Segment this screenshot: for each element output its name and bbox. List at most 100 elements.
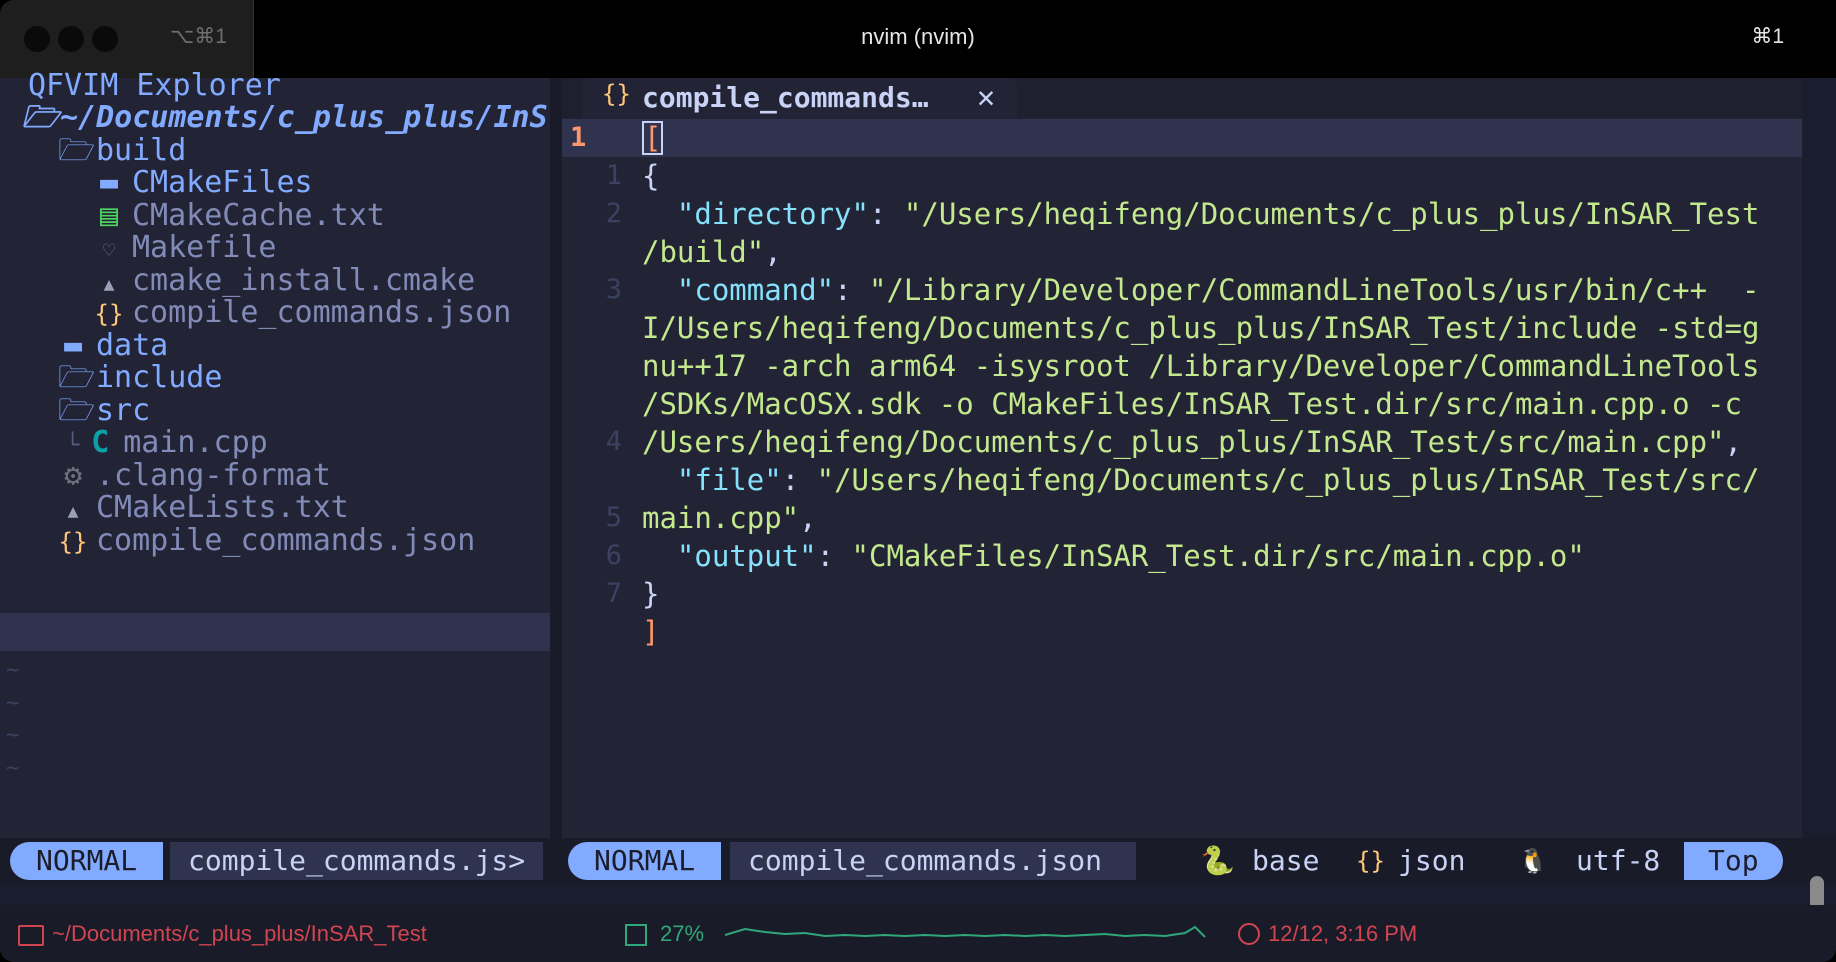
window-split-divider[interactable] (550, 78, 562, 838)
encoding: utf-8 (1576, 844, 1661, 877)
buffer-tab-label: compile_commands… (642, 81, 929, 114)
code-token: "command" (676, 273, 835, 307)
code-line: } (642, 575, 659, 613)
tree-item-label: build (96, 133, 187, 168)
json-icon: {} (58, 528, 88, 556)
current-directory: ~/Documents/c_plus_plus/InSAR_Test (52, 921, 427, 946)
folder-icon (18, 925, 44, 946)
tree-item-compile-commands[interactable]: {} compile_commands.json (58, 522, 476, 560)
code-line: [ (642, 119, 664, 157)
code-token: ] (642, 615, 660, 649)
code-token: , (799, 501, 817, 535)
tree-item-label: CMakeLists.txt (96, 490, 349, 525)
statusline-filename: compile_commands.json (730, 842, 1137, 880)
scroll-position: Top (1684, 842, 1783, 880)
close-icon[interactable]: ✕ (977, 78, 995, 118)
mode-indicator: NORMAL (568, 842, 722, 880)
tree-item-label: compile_commands.json (132, 295, 512, 330)
cursor-line-highlight (562, 119, 1802, 157)
line-number: 6 (605, 540, 622, 571)
empty-line-marker: ~ (6, 691, 20, 716)
code-line: I/Users/heqifeng/Documents/c_plus_plus/I… (642, 309, 1759, 347)
editor-pane[interactable]: {} compile_commands… ✕ 1 1 2 3 4 5 6 7 [… (562, 78, 1802, 838)
cpu-usage: 27% (660, 921, 705, 946)
code-token: : (816, 539, 852, 573)
buffer-tabline: {} compile_commands… ✕ (562, 78, 1802, 118)
line-number-current: 1 (570, 122, 587, 153)
code-line: /Users/heqifeng/Documents/c_plus_plus/In… (642, 423, 1742, 461)
code-token: "/Users/heqifeng/Documents/c_plus_plus/I… (816, 463, 1760, 497)
python-icon: 🐍 (1200, 844, 1235, 877)
code-token: "CMakeFiles/InSAR_Test.dir/src/main.cpp.… (851, 539, 1585, 573)
code-line: { (642, 157, 659, 195)
code-line: main.cpp", (642, 499, 817, 537)
code-line: ] (642, 613, 659, 651)
empty-line-marker: ~ (6, 756, 20, 781)
buffer-tab-compile-commands[interactable]: {} compile_commands… ✕ (582, 78, 1017, 118)
code-line: /build", (642, 233, 782, 271)
tree-item-label: cmake_install.cmake (132, 263, 476, 298)
tree-item-label: src (96, 393, 151, 428)
code-line: "directory": "/Users/heqifeng/Documents/… (642, 195, 1760, 233)
tree-item-label: Makefile (132, 230, 277, 265)
window-title: nvim (nvim) (861, 24, 975, 49)
code-line: /SDKs/MacOSX.sdk -o CMakeFiles/InSAR_Tes… (642, 385, 1742, 423)
cpu-icon (625, 924, 647, 946)
line-number: 1 (605, 160, 622, 191)
code-token: , (1724, 425, 1742, 459)
code-token: "output" (676, 539, 817, 573)
line-number: 2 (605, 198, 622, 229)
tree-item-label: compile_commands.json (96, 523, 476, 558)
filetype: json (1398, 844, 1466, 877)
code-token: "/Library/Developer/CommandLineTools/usr… (868, 273, 1760, 307)
statusline: NORMAL compile_commands.js> NORMAL compi… (0, 838, 1836, 882)
tree-item-label: .clang-format (96, 458, 331, 493)
statusline-left-filename: compile_commands.js> (170, 842, 544, 880)
tree-item-label: CMakeFiles (132, 165, 313, 200)
code-token: /Users/heqifeng/Documents/c_plus_plus/In… (642, 425, 1725, 459)
empty-line-marker: ~ (6, 723, 20, 748)
tree-item-label: data (96, 328, 169, 363)
folder-open-icon: 🗁 (58, 133, 96, 168)
explorer-selection-highlight (0, 613, 550, 651)
mode-indicator-left: NORMAL (10, 842, 164, 880)
code-line: "command": "/Library/Developer/CommandLi… (642, 271, 1760, 309)
line-number: 7 (605, 578, 622, 609)
code-line: "output": "CMakeFiles/InSAR_Test.dir/src… (642, 537, 1585, 575)
linux-icon: 🐧 (1518, 847, 1548, 875)
terminal-window: ⌥⌘1 nvim (nvim) ⌘1 QFVIM Explorer 🗁~/Doc… (0, 0, 1836, 962)
code-token: { (642, 159, 660, 193)
conda-env: base (1252, 844, 1320, 877)
code-token: : (834, 273, 869, 307)
code-token: : (781, 463, 817, 497)
code-token: , (764, 235, 782, 269)
datetime: 12/12, 3:16 PM (1268, 921, 1418, 946)
tree-item-label: include (96, 360, 223, 395)
code-line: nu++17 -arch arm64 -isysroot /Library/De… (642, 347, 1759, 385)
json-icon: {} (602, 80, 631, 108)
window-shortcut: ⌘1 (1751, 25, 1784, 48)
cpu-sparkline (725, 925, 1206, 938)
code-token: nu++17 -arch arm64 -isysroot /Library/De… (642, 349, 1760, 383)
tree-item-label: CMakeCache.txt (132, 198, 385, 233)
empty-line-marker: ~ (6, 658, 20, 683)
clock-icon (1238, 923, 1260, 945)
code-token: "file" (676, 463, 782, 497)
cursor: [ (642, 121, 664, 155)
bottom-status-bar: ~/Documents/c_plus_plus/InSAR_Test 27% 1… (0, 905, 1836, 962)
code-token: } (642, 577, 660, 611)
line-number: 4 (605, 426, 622, 457)
file-explorer: QFVIM Explorer 🗁~/Documents/c_plus_plus/… (0, 68, 550, 838)
tree-guide: └ (66, 433, 80, 458)
code-token: /build" (642, 235, 765, 269)
line-number: 5 (605, 502, 622, 533)
tree-item-label: main.cpp (123, 425, 268, 460)
code-token: "directory" (676, 197, 869, 231)
code-line: "file": "/Users/heqifeng/Documents/c_plu… (642, 461, 1760, 499)
code-token: "/Users/heqifeng/Documents/c_plus_plus/I… (903, 197, 1760, 231)
explorer-root-label: ~/Documents/c_plus_plus/InS (60, 100, 548, 135)
code-token: I/Users/heqifeng/Documents/c_plus_plus/I… (642, 311, 1760, 345)
code-token: : (868, 197, 904, 231)
json-icon: {} (1356, 847, 1385, 875)
line-number: 3 (605, 274, 622, 305)
